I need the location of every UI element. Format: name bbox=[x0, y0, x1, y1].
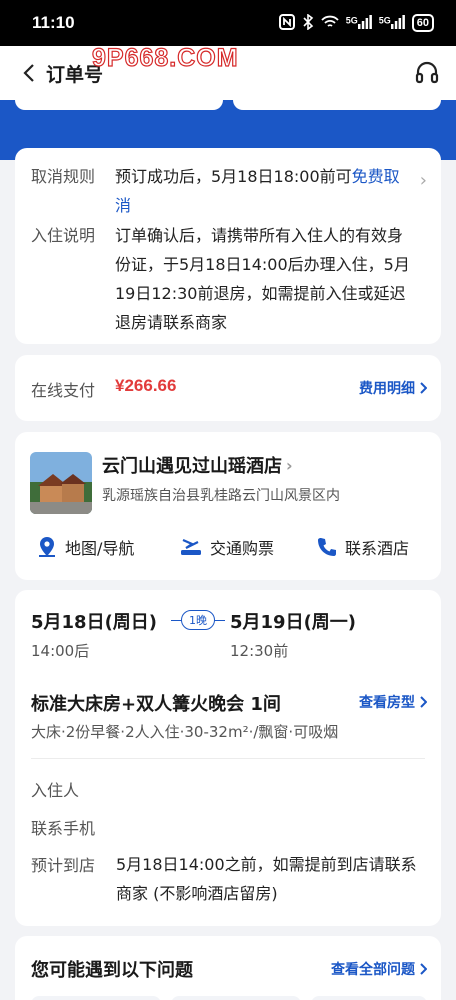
signal-5g-icon: 5G bbox=[345, 14, 372, 32]
checkin-date: 5月18日(周日) bbox=[31, 612, 158, 633]
net-label: 5G bbox=[378, 15, 391, 26]
chevron-left-icon bbox=[23, 64, 34, 82]
bluetooth-icon bbox=[302, 12, 314, 33]
guest-label: 入住人 bbox=[31, 781, 80, 800]
view-room-type-link[interactable]: 查看房型 bbox=[359, 692, 427, 712]
net-label: 5G bbox=[345, 15, 358, 26]
cancel-rule-row[interactable]: 取消规则 预订成功后，5月18日18:00前可免费取消 bbox=[31, 162, 415, 220]
watermark: 9P668.COM bbox=[91, 43, 239, 72]
battery-icon: 60 bbox=[411, 14, 434, 32]
checkin-note-text: 订单确认后，请携带所有入住人的有效身份证，于5月18日14:00后办理入住，5月… bbox=[115, 226, 410, 332]
chevron-right-icon bbox=[420, 382, 427, 394]
payment-price: ¥266.66 bbox=[115, 376, 177, 395]
contact-phone-label: 联系手机 bbox=[31, 819, 96, 838]
cancel-rule-desc: 预订成功后，5月18日18:00前可 bbox=[115, 167, 352, 186]
signal-5g-icon: 5G bbox=[378, 14, 405, 32]
arrival-text: 5月18日14:00之前，如需提前到店请联系商家 (不影响酒店留房) bbox=[116, 855, 417, 903]
checkin-time: 14:00后 bbox=[31, 642, 90, 660]
arrival-label: 预计到店 bbox=[31, 856, 96, 875]
checkout-date: 5月19日(周一) bbox=[230, 612, 357, 633]
view-all-questions-link[interactable]: 查看全部问题 bbox=[331, 959, 427, 979]
checkout-time: 12:30前 bbox=[230, 642, 289, 660]
map-pin-icon bbox=[39, 537, 55, 557]
hotel-name-text: 云门山遇见过山瑶酒店 bbox=[102, 456, 282, 477]
transport-ticket-button[interactable]: 交通购票 bbox=[180, 535, 274, 559]
view-room-type-label: 查看房型 bbox=[359, 695, 415, 711]
band-card-right bbox=[233, 100, 441, 110]
status-time: 11:10 bbox=[32, 13, 75, 32]
faq-chip[interactable] bbox=[171, 996, 301, 1000]
contact-hotel-button[interactable]: 联系酒店 bbox=[317, 535, 409, 559]
checkin-note-row: 入住说明 订单确认后，请携带所有入住人的有效身份证，于5月18日14:00后办理… bbox=[31, 221, 415, 337]
payment-card: 在线支付 ¥266.66 费用明细 bbox=[15, 355, 441, 421]
fee-detail-link[interactable]: 费用明细 bbox=[359, 378, 427, 398]
cancel-rule-label: 取消规则 bbox=[31, 167, 96, 186]
view-all-questions-label: 查看全部问题 bbox=[331, 962, 415, 978]
contact-hotel-label: 联系酒店 bbox=[345, 539, 410, 558]
transport-ticket-label: 交通购票 bbox=[210, 539, 275, 558]
chevron-right-icon: › bbox=[286, 455, 293, 475]
customer-service-button[interactable] bbox=[412, 58, 442, 88]
room-description: 大床·2份早餐·2人入住·30-32m²·/飘窗·可吸烟 bbox=[31, 723, 339, 741]
band-card-left bbox=[15, 100, 223, 110]
chevron-right-icon: › bbox=[419, 170, 427, 191]
checkin-note-label: 入住说明 bbox=[31, 226, 96, 245]
ticket-icon bbox=[181, 538, 201, 555]
chevron-right-icon bbox=[420, 963, 427, 975]
nights-count: 1晚 bbox=[181, 610, 215, 630]
hotel-photo[interactable] bbox=[30, 452, 92, 514]
faq-chip[interactable] bbox=[311, 996, 427, 1000]
divider bbox=[31, 758, 425, 759]
nights-badge: 1晚 bbox=[171, 610, 225, 630]
headset-icon bbox=[415, 61, 439, 84]
hotel-card: 云门山遇见过山瑶酒店 › 乳源瑶族自治县乳桂路云门山风景区内 地图/导航 交通购… bbox=[15, 432, 441, 580]
faq-card: 您可能遇到以下问题 查看全部问题 bbox=[15, 936, 441, 1000]
map-navigation-label: 地图/导航 bbox=[65, 539, 135, 558]
nfc-icon bbox=[278, 13, 295, 33]
status-bar: 11:10 5G 5G 60 bbox=[0, 0, 456, 46]
cancel-rule-text: 预订成功后，5月18日18:00前可免费取消 bbox=[115, 162, 415, 220]
map-navigation-button[interactable]: 地图/导航 bbox=[37, 535, 134, 559]
payment-label: 在线支付 bbox=[31, 381, 96, 400]
faq-chip[interactable] bbox=[31, 996, 161, 1000]
policy-card[interactable]: 取消规则 预订成功后，5月18日18:00前可免费取消 › 入住说明 订单确认后… bbox=[15, 148, 441, 344]
faq-title: 您可能遇到以下问题 bbox=[31, 960, 193, 981]
stay-card: 5月18日(周日) 1晚 5月19日(周一) 14:00后 12:30前 标准大… bbox=[15, 590, 441, 926]
chevron-right-icon bbox=[420, 696, 427, 708]
hotel-name[interactable]: 云门山遇见过山瑶酒店 › bbox=[102, 452, 293, 478]
back-button[interactable] bbox=[18, 62, 40, 84]
wifi-icon bbox=[321, 15, 339, 32]
phone-icon bbox=[318, 538, 336, 556]
hotel-address: 乳源瑶族自治县乳桂路云门山风景区内 bbox=[102, 488, 340, 504]
fee-detail-label: 费用明细 bbox=[359, 381, 415, 397]
room-name: 标准大床房+双人篝火晚会 1间 bbox=[31, 694, 281, 715]
status-icons: 5G 5G 60 bbox=[278, 12, 434, 33]
